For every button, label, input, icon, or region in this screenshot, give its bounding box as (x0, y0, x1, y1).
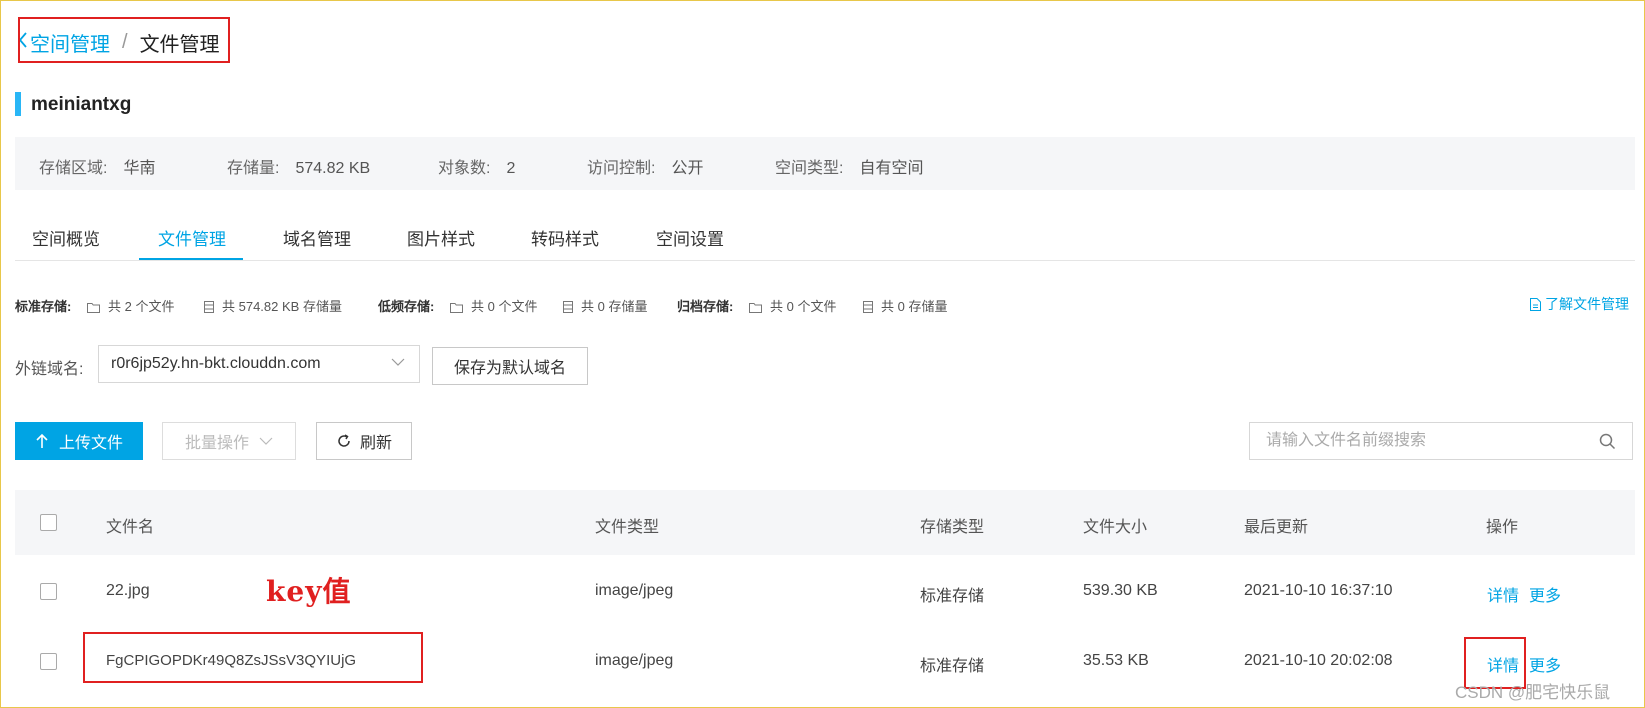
bucket-info-panel: 存储区域: 华南 存储量: 574.82 KB 对象数: 2 访问控制: 公开 空间类型… (15, 137, 1635, 190)
key-annotation-label: key值 (266, 575, 352, 608)
arrow-up-icon (36, 433, 48, 448)
row-last-updated: 2021-10-10 20:02:08 (1244, 652, 1393, 669)
document-icon (1530, 298, 1541, 311)
low-size: 共 0 存储量 (563, 296, 647, 315)
header-last-updated[interactable]: 最后更新 (1244, 513, 1308, 537)
select-all-checkbox[interactable] (40, 514, 57, 531)
header-file-type[interactable]: 文件类型 (595, 513, 659, 537)
row-file-type: image/jpeg (595, 582, 674, 599)
row-file-type: image/jpeg (595, 652, 674, 669)
info-region-value: 华南 (123, 160, 156, 177)
header-storage-type[interactable]: 存储类型 (920, 513, 984, 537)
info-access-label: 访问控制: (587, 160, 656, 177)
tab-image-style[interactable]: 图片样式 (407, 225, 475, 250)
domain-select[interactable]: r0r6jp52y.hn-bkt.clouddn.com (98, 345, 420, 383)
standard-size: 共 574.82 KB 存储量 (204, 296, 342, 315)
file-table-header: 文件名 文件类型 存储类型 文件大小 最后更新 操作 (15, 490, 1635, 555)
tab-bar: 空间概览 文件管理 域名管理 图片样式 转码样式 空间设置 (15, 205, 1635, 261)
refresh-label: 刷新 (359, 435, 392, 452)
header-file-name[interactable]: 文件名 (106, 513, 154, 537)
info-type-value: 自有空间 (859, 160, 924, 177)
header-file-size[interactable]: 文件大小 (1083, 513, 1147, 537)
annotation-box-file-key (83, 632, 423, 683)
learn-link-label: 了解文件管理 (1545, 296, 1629, 312)
folder-icon (450, 303, 463, 313)
batch-label: 批量操作 (184, 435, 249, 452)
info-type: 空间类型: 自有空间 (775, 154, 923, 178)
row-file-size: 35.53 KB (1083, 652, 1149, 669)
row-checkbox[interactable] (40, 653, 57, 670)
info-objects: 对象数: 2 (438, 154, 515, 178)
folder-icon (749, 303, 762, 313)
header-actions: 操作 (1486, 519, 1519, 536)
info-objects-label: 对象数: (438, 160, 491, 177)
table-row[interactable]: 22.jpg image/jpeg 标准存储 539.30 KB 2021-10… (15, 557, 1635, 627)
tab-space-settings[interactable]: 空间设置 (656, 225, 724, 250)
csdn-watermark: CSDN @肥宅快乐鼠 (1455, 683, 1611, 702)
info-region: 存储区域: 华南 (39, 154, 155, 178)
row-file-name[interactable]: 22.jpg (106, 582, 150, 600)
row-storage-type: 标准存储 (920, 658, 985, 675)
row-storage-type: 标准存储 (920, 588, 985, 605)
row-detail-link[interactable]: 详情 (1487, 582, 1519, 606)
chevron-down-icon (391, 358, 405, 366)
info-access: 访问控制: 公开 (587, 154, 703, 178)
batch-operations-button[interactable]: 批量操作 (162, 422, 296, 460)
info-objects-value: 2 (506, 160, 516, 177)
domain-select-value: r0r6jp52y.hn-bkt.clouddn.com (111, 355, 321, 372)
bucket-title-accent (15, 92, 21, 116)
tab-file-management[interactable]: 文件管理 (158, 225, 226, 250)
tab-domain-management[interactable]: 域名管理 (283, 225, 351, 250)
standard-files: 共 2 个文件 (87, 296, 174, 315)
database-icon (563, 301, 573, 313)
search-input[interactable] (1264, 431, 1588, 451)
row-more-link[interactable]: 更多 (1529, 652, 1561, 676)
tab-overview[interactable]: 空间概览 (32, 225, 100, 250)
refresh-icon (338, 434, 350, 447)
info-access-value: 公开 (671, 160, 704, 177)
low-files: 共 0 个文件 (450, 296, 537, 315)
info-type-label: 空间类型: (775, 160, 844, 177)
annotation-box-breadcrumb (18, 17, 230, 63)
search-icon[interactable] (1599, 433, 1616, 450)
folder-icon (87, 303, 100, 313)
active-tab-indicator (139, 258, 243, 260)
database-icon (863, 301, 873, 313)
info-region-label: 存储区域: (39, 160, 108, 177)
archive-files: 共 0 个文件 (749, 296, 836, 315)
refresh-button[interactable]: 刷新 (316, 422, 412, 460)
archive-storage-label: 归档存储: (677, 299, 734, 314)
row-checkbox[interactable] (40, 583, 57, 600)
tab-transcode-style[interactable]: 转码样式 (531, 225, 599, 250)
file-search-box[interactable] (1249, 422, 1633, 460)
row-file-size: 539.30 KB (1083, 582, 1158, 599)
bucket-name: meiniantxg (31, 94, 132, 115)
info-size-label: 存储量: (227, 160, 280, 177)
upload-file-button[interactable]: 上传文件 (15, 422, 143, 460)
upload-label: 上传文件 (58, 435, 123, 452)
archive-size: 共 0 存储量 (863, 296, 947, 315)
learn-file-management-link[interactable]: 了解文件管理 (1530, 294, 1629, 314)
chevron-down-icon (259, 437, 273, 445)
row-last-updated: 2021-10-10 16:37:10 (1244, 582, 1393, 599)
row-more-link[interactable]: 更多 (1529, 582, 1561, 606)
standard-storage-label: 标准存储: (15, 299, 72, 314)
low-storage-label: 低频存储: (378, 299, 435, 314)
database-icon (204, 301, 214, 313)
info-size: 存储量: 574.82 KB (227, 154, 370, 178)
info-size-value: 574.82 KB (295, 160, 371, 177)
save-default-domain-button[interactable]: 保存为默认域名 (432, 347, 588, 385)
domain-label: 外链域名: (15, 361, 84, 378)
